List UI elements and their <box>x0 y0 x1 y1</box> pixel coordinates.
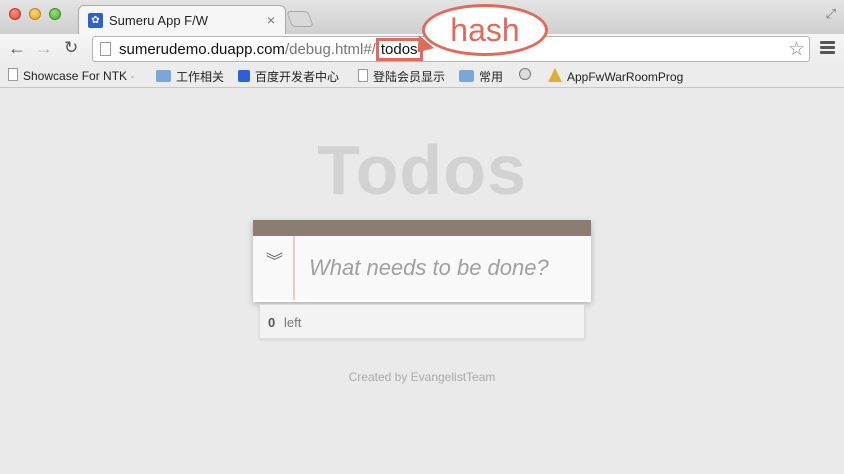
bookmark-label: 工作相关 <box>176 70 225 84</box>
close-window-button[interactable] <box>9 8 21 20</box>
bookmarks-bar: Showcase For NTK - 工作相关 百度开发者中心 登陆会员显示 常… <box>0 64 844 88</box>
todo-count-label: left <box>284 315 302 330</box>
paw-icon: ✿ <box>88 13 103 28</box>
maximize-window-button[interactable] <box>49 8 61 20</box>
bookmark-item[interactable]: 百度开发者中心 <box>238 68 339 85</box>
todo-count: 0 <box>268 315 276 330</box>
bookmark-label: 常用 <box>479 70 504 84</box>
card-body: ︾ <box>253 236 591 300</box>
bookmark-fade: - <box>127 69 135 83</box>
browser-tab[interactable]: ✿ Sumeru App F/W × <box>78 5 286 35</box>
page-icon <box>100 42 111 56</box>
warning-icon <box>548 68 562 82</box>
page-icon <box>358 69 368 82</box>
toggle-all-chevron-icon[interactable]: ︾ <box>266 253 283 270</box>
url-host: sumerudemo.duapp.com <box>119 41 285 58</box>
bookmark-item[interactable] <box>519 68 536 82</box>
reload-icon[interactable]: ↻ <box>64 38 78 58</box>
bookmark-star-icon[interactable]: ☆ <box>788 38 805 61</box>
bookmark-label: AppFwWarRoomProg <box>567 70 684 84</box>
tab-title: Sumeru App F/W <box>109 13 208 28</box>
bookmark-item[interactable]: 登陆会员显示 <box>358 68 445 85</box>
page-title: Todos <box>317 131 527 209</box>
bookmark-label: 登陆会员显示 <box>373 70 446 84</box>
forward-arrow-icon[interactable]: → <box>35 38 53 59</box>
paw-icon <box>238 70 250 82</box>
new-todo-input[interactable] <box>309 252 579 284</box>
hash-callout: hash <box>422 4 548 56</box>
fullscreen-icon[interactable]: ⤢ <box>826 6 836 22</box>
folder-icon <box>156 70 171 82</box>
new-tab-button[interactable] <box>286 11 314 27</box>
page-icon <box>8 68 18 81</box>
folder-icon <box>459 70 474 82</box>
bookmark-folder[interactable]: 工作相关 <box>156 68 224 85</box>
bookmark-label: Showcase For NTK <box>23 69 128 83</box>
margin-line <box>293 236 295 300</box>
url-path: /debug.html#/ <box>284 41 376 58</box>
bookmark-item[interactable]: AppFwWarRoomProg <box>548 68 683 84</box>
todo-footer: 0 left <box>259 304 585 339</box>
bookmark-item[interactable]: Showcase For NTK - <box>8 68 134 83</box>
tab-close-icon[interactable]: × <box>267 12 275 28</box>
menu-icon[interactable] <box>820 41 835 56</box>
globe-icon <box>519 68 531 80</box>
minimize-window-button[interactable] <box>29 8 41 20</box>
bookmark-folder[interactable]: 常用 <box>459 68 503 85</box>
todo-card: ︾ <box>253 220 591 302</box>
credit-text: Created by EvangelistTeam <box>348 370 496 384</box>
url-text: sumerudemo.duapp.com/debug.html#/todos <box>119 38 423 61</box>
back-arrow-icon[interactable]: ← <box>8 38 26 59</box>
card-header <box>253 220 591 236</box>
bookmark-label: 百度开发者中心 <box>255 70 340 84</box>
